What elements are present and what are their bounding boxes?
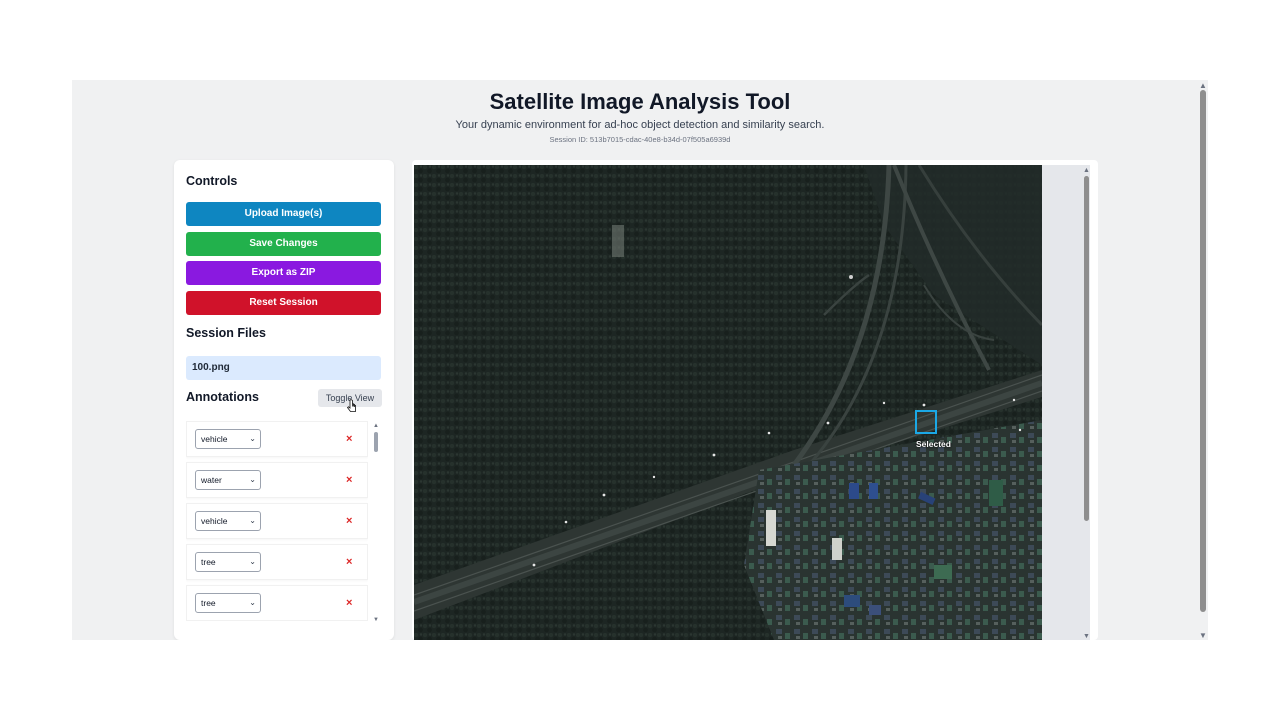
delete-annotation-icon[interactable]: × <box>346 594 352 612</box>
annotation-row: tree ⌄ × <box>186 544 368 580</box>
selected-annotation-box[interactable] <box>915 410 937 434</box>
delete-annotation-icon[interactable]: × <box>346 553 352 571</box>
annotation-row: vehicle ⌄ × <box>186 421 368 457</box>
page-scrollbar[interactable]: ▲ ▼ <box>1198 80 1208 640</box>
delete-annotation-icon[interactable]: × <box>346 430 352 448</box>
satellite-image-canvas[interactable]: Selected <box>414 165 1042 640</box>
scroll-down-icon[interactable]: ▼ <box>1083 633 1090 640</box>
annotation-list-scrollbar[interactable]: ▲ ▼ <box>372 421 380 623</box>
scroll-up-icon[interactable]: ▲ <box>1199 82 1207 90</box>
chevron-down-icon: ⌄ <box>249 557 256 566</box>
page-header: Satellite Image Analysis Tool Your dynam… <box>72 88 1208 145</box>
export-zip-button[interactable]: Export as ZIP <box>186 261 381 285</box>
image-scrollbar[interactable]: ▲ ▼ <box>1083 165 1091 640</box>
annotation-class-select[interactable]: tree ⌄ <box>195 552 261 572</box>
annotation-class-select[interactable]: vehicle ⌄ <box>195 511 261 531</box>
annotation-row: vehicle ⌄ × <box>186 503 368 539</box>
scroll-up-icon[interactable]: ▲ <box>1083 167 1090 174</box>
satellite-image <box>414 165 1042 640</box>
delete-annotation-icon[interactable]: × <box>346 512 352 530</box>
page-title: Satellite Image Analysis Tool <box>489 89 791 114</box>
controls-panel: Controls Upload Image(s) Save Changes Ex… <box>174 160 394 640</box>
scrollbar-thumb[interactable] <box>1200 90 1206 612</box>
app-viewport: Satellite Image Analysis Tool Your dynam… <box>72 80 1208 640</box>
annotation-list: vehicle ⌄ × water ⌄ × vehicle ⌄ × tree ⌄… <box>186 421 368 621</box>
annotation-class-value: vehicle <box>201 434 228 444</box>
image-panel: Selected ▲ ▼ <box>412 160 1098 640</box>
chevron-down-icon: ⌄ <box>249 434 256 443</box>
annotation-row: water ⌄ × <box>186 462 368 498</box>
session-id: Session ID: 513b7015-cdac-40e8-b34d-07f5… <box>549 135 731 144</box>
chevron-down-icon: ⌄ <box>249 598 256 607</box>
scroll-up-icon[interactable]: ▲ <box>373 423 379 429</box>
upload-images-button[interactable]: Upload Image(s) <box>186 202 381 226</box>
controls-heading: Controls <box>186 174 238 188</box>
delete-annotation-icon[interactable]: × <box>346 471 352 489</box>
annotation-class-select[interactable]: vehicle ⌄ <box>195 429 261 449</box>
scroll-down-icon[interactable]: ▼ <box>373 617 379 623</box>
scrollbar-thumb[interactable] <box>374 432 378 452</box>
annotation-row: tree ⌄ × <box>186 585 368 621</box>
annotation-class-value: water <box>201 475 222 485</box>
annotation-class-value: tree <box>201 557 216 567</box>
mouse-cursor-icon <box>346 399 356 412</box>
reset-session-button[interactable]: Reset Session <box>186 291 381 315</box>
selected-annotation-label: Selected <box>916 439 951 449</box>
annotation-class-select[interactable]: water ⌄ <box>195 470 261 490</box>
page-subtitle: Your dynamic environment for ad-hoc obje… <box>455 119 825 131</box>
annotation-class-select[interactable]: tree ⌄ <box>195 593 261 613</box>
session-files-heading: Session Files <box>186 326 266 340</box>
annotation-class-value: tree <box>201 598 216 608</box>
save-changes-button[interactable]: Save Changes <box>186 232 381 256</box>
chevron-down-icon: ⌄ <box>249 475 256 484</box>
scrollbar-thumb[interactable] <box>1084 176 1089 521</box>
annotation-class-value: vehicle <box>201 516 228 526</box>
annotations-heading: Annotations <box>186 390 259 404</box>
session-file-item[interactable]: 100.png <box>186 356 381 380</box>
chevron-down-icon: ⌄ <box>249 516 256 525</box>
scroll-down-icon[interactable]: ▼ <box>1199 632 1207 640</box>
